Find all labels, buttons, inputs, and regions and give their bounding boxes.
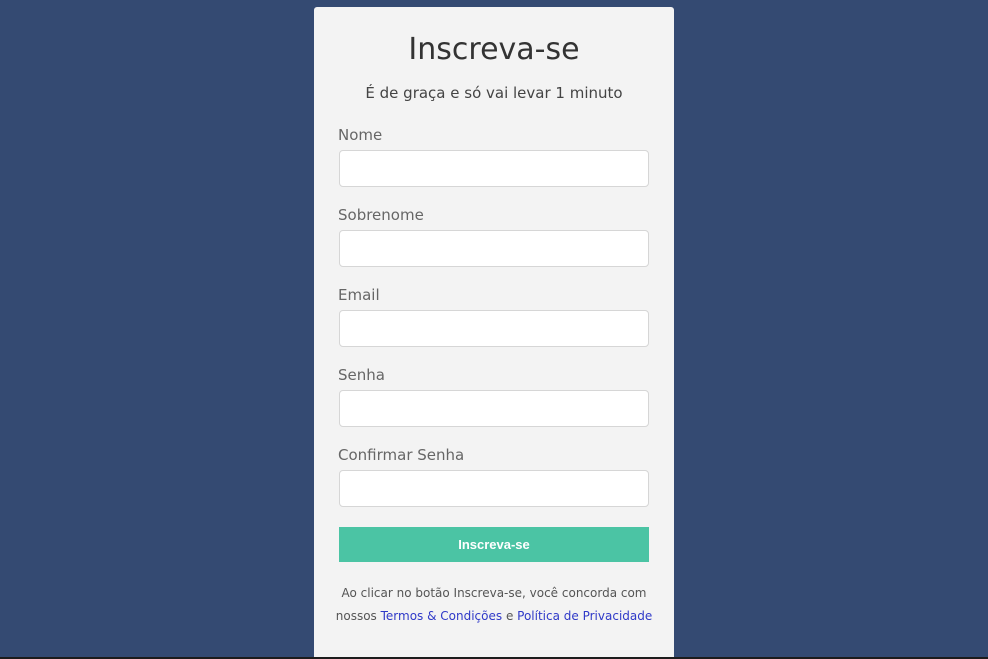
first-name-field[interactable] [339, 150, 649, 187]
page-subtitle: É de graça e só vai levar 1 minuto [365, 84, 623, 102]
confirm-password-field[interactable] [339, 470, 649, 507]
password-label: Senha [338, 366, 385, 384]
privacy-policy-link[interactable]: Política de Privacidade [517, 609, 652, 623]
signup-button[interactable]: Inscreva-se [339, 527, 649, 562]
last-name-label: Sobrenome [338, 206, 424, 224]
confirm-password-label: Confirmar Senha [338, 446, 465, 464]
terms-connector-text: e [502, 609, 518, 623]
page-title: Inscreva-se [408, 32, 580, 67]
email-field[interactable] [339, 310, 649, 347]
password-field[interactable] [339, 390, 649, 427]
terms-notice: Ao clicar no botão Inscreva-se, você con… [334, 582, 654, 628]
signup-card: Inscreva-se É de graça e só vai levar 1 … [314, 7, 674, 657]
first-name-label: Nome [338, 126, 383, 144]
terms-link[interactable]: Termos & Condições [381, 609, 503, 623]
email-label: Email [338, 286, 380, 304]
last-name-field[interactable] [339, 230, 649, 267]
